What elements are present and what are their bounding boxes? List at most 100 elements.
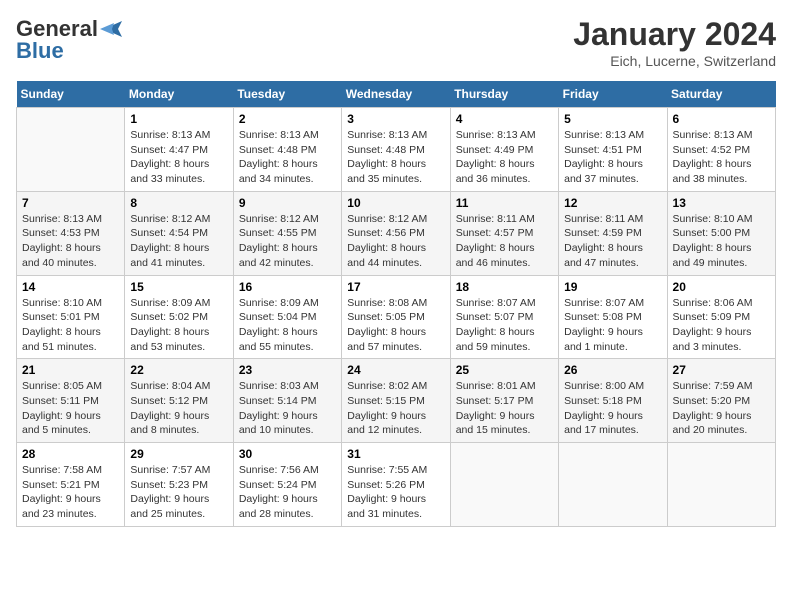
day-number: 29 [130, 447, 227, 461]
logo-blue: Blue [16, 38, 64, 64]
day-info: Sunrise: 8:10 AMSunset: 5:00 PMDaylight:… [673, 212, 770, 271]
day-number: 20 [673, 280, 770, 294]
day-cell: 28 Sunrise: 7:58 AMSunset: 5:21 PMDayligh… [17, 443, 125, 527]
day-info: Sunrise: 8:13 AMSunset: 4:53 PMDaylight:… [22, 212, 119, 271]
day-cell: 2 Sunrise: 8:13 AMSunset: 4:48 PMDaylight… [233, 108, 341, 192]
day-info: Sunrise: 8:13 AMSunset: 4:51 PMDaylight:… [564, 128, 661, 187]
day-cell: 27 Sunrise: 7:59 AMSunset: 5:20 PMDayligh… [667, 359, 775, 443]
day-number: 1 [130, 112, 227, 126]
day-number: 13 [673, 196, 770, 210]
calendar-subtitle: Eich, Lucerne, Switzerland [573, 53, 776, 69]
day-info: Sunrise: 7:56 AMSunset: 5:24 PMDaylight:… [239, 463, 336, 522]
day-cell: 31Sunrise: 7:55 AMSunset: 5:26 PMDayligh… [342, 443, 450, 527]
day-cell: 22Sunrise: 8:04 AMSunset: 5:12 PMDayligh… [125, 359, 233, 443]
day-info: Sunrise: 8:10 AMSunset: 5:01 PMDaylight:… [22, 296, 119, 355]
day-cell [450, 443, 558, 527]
day-info: Sunrise: 7:57 AMSunset: 5:23 PMDaylight:… [130, 463, 227, 522]
day-cell: 14 Sunrise: 8:10 AMSunset: 5:01 PMDayligh… [17, 275, 125, 359]
day-info: Sunrise: 8:13 AMSunset: 4:47 PMDaylight:… [130, 128, 227, 187]
day-info: Sunrise: 8:07 AMSunset: 5:08 PMDaylight:… [564, 296, 661, 355]
day-cell: 25 Sunrise: 8:01 AMSunset: 5:17 PMDayligh… [450, 359, 558, 443]
day-info: Sunrise: 8:12 AMSunset: 4:55 PMDaylight:… [239, 212, 336, 271]
calendar-title: January 2024 [573, 16, 776, 53]
day-info: Sunrise: 7:58 AMSunset: 5:21 PMDaylight:… [22, 463, 119, 522]
header-cell-tuesday: Tuesday [233, 81, 341, 108]
day-number: 6 [673, 112, 770, 126]
day-number: 31 [347, 447, 444, 461]
day-cell: 3Sunrise: 8:13 AMSunset: 4:48 PMDaylight… [342, 108, 450, 192]
day-number: 26 [564, 363, 661, 377]
day-cell: 1 Sunrise: 8:13 AMSunset: 4:47 PMDaylight… [125, 108, 233, 192]
day-cell: 20 Sunrise: 8:06 AMSunset: 5:09 PMDayligh… [667, 275, 775, 359]
day-cell: 9 Sunrise: 8:12 AMSunset: 4:55 PMDaylight… [233, 191, 341, 275]
week-row-1: 1 Sunrise: 8:13 AMSunset: 4:47 PMDaylight… [17, 108, 776, 192]
day-info: Sunrise: 8:09 AMSunset: 5:04 PMDaylight:… [239, 296, 336, 355]
day-cell: 17Sunrise: 8:08 AMSunset: 5:05 PMDayligh… [342, 275, 450, 359]
calendar-body: 1 Sunrise: 8:13 AMSunset: 4:47 PMDaylight… [17, 108, 776, 527]
day-number: 4 [456, 112, 553, 126]
day-number: 14 [22, 280, 119, 294]
day-info: Sunrise: 8:12 AMSunset: 4:56 PMDaylight:… [347, 212, 444, 271]
header-cell-sunday: Sunday [17, 81, 125, 108]
day-cell: 11 Sunrise: 8:11 AMSunset: 4:57 PMDayligh… [450, 191, 558, 275]
day-info: Sunrise: 8:03 AMSunset: 5:14 PMDaylight:… [239, 379, 336, 438]
day-info: Sunrise: 8:02 AMSunset: 5:15 PMDaylight:… [347, 379, 444, 438]
day-info: Sunrise: 8:13 AMSunset: 4:48 PMDaylight:… [239, 128, 336, 187]
day-number: 15 [130, 280, 227, 294]
day-cell: 7 Sunrise: 8:13 AMSunset: 4:53 PMDaylight… [17, 191, 125, 275]
day-number: 17 [347, 280, 444, 294]
day-number: 23 [239, 363, 336, 377]
day-info: Sunrise: 8:06 AMSunset: 5:09 PMDaylight:… [673, 296, 770, 355]
day-info: Sunrise: 8:04 AMSunset: 5:12 PMDaylight:… [130, 379, 227, 438]
day-number: 5 [564, 112, 661, 126]
day-cell: 13 Sunrise: 8:10 AMSunset: 5:00 PMDayligh… [667, 191, 775, 275]
day-number: 7 [22, 196, 119, 210]
day-cell: 30 Sunrise: 7:56 AMSunset: 5:24 PMDayligh… [233, 443, 341, 527]
day-cell: 23 Sunrise: 8:03 AMSunset: 5:14 PMDayligh… [233, 359, 341, 443]
day-number: 10 [347, 196, 444, 210]
day-number: 9 [239, 196, 336, 210]
day-number: 21 [22, 363, 119, 377]
week-row-2: 7 Sunrise: 8:13 AMSunset: 4:53 PMDaylight… [17, 191, 776, 275]
day-number: 18 [456, 280, 553, 294]
day-cell: 21 Sunrise: 8:05 AMSunset: 5:11 PMDayligh… [17, 359, 125, 443]
day-cell: 8 Sunrise: 8:12 AMSunset: 4:54 PMDaylight… [125, 191, 233, 275]
calendar-table: SundayMondayTuesdayWednesdayThursdayFrid… [16, 81, 776, 527]
day-cell: 29 Sunrise: 7:57 AMSunset: 5:23 PMDayligh… [125, 443, 233, 527]
day-info: Sunrise: 8:09 AMSunset: 5:02 PMDaylight:… [130, 296, 227, 355]
page-header: General Blue January 2024 Eich, Lucerne,… [16, 16, 776, 69]
day-cell: 5 Sunrise: 8:13 AMSunset: 4:51 PMDaylight… [559, 108, 667, 192]
day-cell: 26 Sunrise: 8:00 AMSunset: 5:18 PMDayligh… [559, 359, 667, 443]
day-info: Sunrise: 8:11 AMSunset: 4:57 PMDaylight:… [456, 212, 553, 271]
day-info: Sunrise: 8:05 AMSunset: 5:11 PMDaylight:… [22, 379, 119, 438]
header-cell-monday: Monday [125, 81, 233, 108]
header-cell-friday: Friday [559, 81, 667, 108]
day-info: Sunrise: 8:12 AMSunset: 4:54 PMDaylight:… [130, 212, 227, 271]
day-info: Sunrise: 8:13 AMSunset: 4:52 PMDaylight:… [673, 128, 770, 187]
day-number: 25 [456, 363, 553, 377]
week-row-3: 14 Sunrise: 8:10 AMSunset: 5:01 PMDayligh… [17, 275, 776, 359]
day-cell: 16Sunrise: 8:09 AMSunset: 5:04 PMDayligh… [233, 275, 341, 359]
day-number: 28 [22, 447, 119, 461]
day-number: 19 [564, 280, 661, 294]
day-number: 2 [239, 112, 336, 126]
day-info: Sunrise: 8:00 AMSunset: 5:18 PMDaylight:… [564, 379, 661, 438]
logo-bird-icon [100, 21, 122, 37]
day-number: 24 [347, 363, 444, 377]
week-row-5: 28 Sunrise: 7:58 AMSunset: 5:21 PMDayligh… [17, 443, 776, 527]
day-info: Sunrise: 8:01 AMSunset: 5:17 PMDaylight:… [456, 379, 553, 438]
header-cell-saturday: Saturday [667, 81, 775, 108]
day-info: Sunrise: 8:11 AMSunset: 4:59 PMDaylight:… [564, 212, 661, 271]
day-cell: 6 Sunrise: 8:13 AMSunset: 4:52 PMDaylight… [667, 108, 775, 192]
day-cell: 15 Sunrise: 8:09 AMSunset: 5:02 PMDayligh… [125, 275, 233, 359]
day-number: 27 [673, 363, 770, 377]
day-number: 30 [239, 447, 336, 461]
day-info: Sunrise: 7:59 AMSunset: 5:20 PMDaylight:… [673, 379, 770, 438]
day-info: Sunrise: 8:13 AMSunset: 4:49 PMDaylight:… [456, 128, 553, 187]
day-cell [667, 443, 775, 527]
day-number: 11 [456, 196, 553, 210]
logo: General Blue [16, 16, 122, 64]
day-number: 8 [130, 196, 227, 210]
day-number: 3 [347, 112, 444, 126]
day-cell: 12Sunrise: 8:11 AMSunset: 4:59 PMDayligh… [559, 191, 667, 275]
